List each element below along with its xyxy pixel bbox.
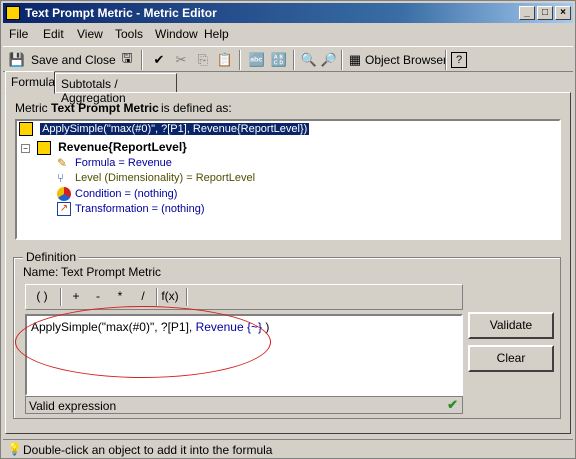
sum-check-icon[interactable]: ✔ — [149, 50, 169, 70]
metric-prefix: Metric — [15, 101, 48, 115]
name-label: Name: — [23, 265, 59, 279]
status-bar-text: Double-click an object to add it into th… — [23, 443, 273, 457]
metric-name: Text Prompt Metric — [51, 101, 159, 115]
toolbar-separator — [341, 50, 343, 70]
tree-condition-node[interactable]: Condition = (nothing) — [57, 187, 177, 201]
collapse-icon[interactable]: − — [21, 144, 30, 153]
maximize-button[interactable]: □ — [537, 6, 553, 20]
menu-view[interactable]: View — [77, 27, 103, 41]
toolbar: 💾 Save and Close 🖫 ✔ ✂ ⎘ 📋 🔤 🔠 🔍 🔎 ▦ Obj… — [3, 46, 573, 72]
condition-label: Condition = (nothing) — [75, 187, 178, 200]
validation-status: Valid expression ✔ — [25, 396, 463, 414]
tree-transformation-node[interactable]: ↗ Transformation = (nothing) — [57, 202, 205, 216]
definition-group-label: Definition — [23, 250, 80, 264]
transformation-icon: ↗ — [57, 202, 71, 216]
toolbar-separator — [141, 50, 143, 70]
window-title: Text Prompt Metric - Metric Editor — [25, 6, 217, 20]
toolbar-separator — [445, 50, 447, 70]
metric-suffix: is defined as: — [161, 101, 232, 115]
validation-status-text: Valid expression — [29, 399, 117, 413]
help-icon[interactable]: ? — [451, 52, 467, 68]
copy-icon[interactable]: ⎘ — [193, 50, 213, 70]
title-bar: Text Prompt Metric - Metric Editor _ □ × — [3, 3, 573, 23]
object-browser-icon[interactable]: ▦ — [345, 50, 365, 70]
operator-toolbar: ( ) + - * / f(x) — [25, 284, 463, 310]
transformation-label: Transformation = (nothing) — [75, 202, 205, 215]
menu-tools[interactable]: Tools — [115, 27, 143, 41]
toolbar-separator — [239, 50, 241, 70]
metric-editor-window: Text Prompt Metric - Metric Editor _ □ ×… — [0, 0, 576, 459]
search-icon[interactable]: 🔍 — [299, 50, 319, 70]
find-icon[interactable]: 🔎 — [319, 50, 339, 70]
metric-icon — [19, 122, 33, 136]
condition-icon — [57, 187, 71, 201]
object-browser-button[interactable]: Object Browser — [365, 53, 447, 67]
formula-label: Formula = Revenue — [75, 156, 172, 169]
lightbulb-icon: 💡 — [7, 442, 22, 456]
menu-bar: File Edit View Tools Window Help — [3, 25, 573, 44]
close-button[interactable]: × — [555, 6, 571, 20]
tree-root-node[interactable]: ApplySimple("max(#0)", ?[P1], Revenue{Re… — [19, 122, 310, 136]
annotation-ellipse — [15, 306, 271, 378]
save-and-close-button[interactable]: Save and Close — [31, 53, 116, 67]
tree-root-label: ApplySimple("max(#0)", ?[P1], Revenue{Re… — [40, 122, 310, 135]
valid-check-icon: ✔ — [447, 397, 458, 412]
menu-file[interactable]: File — [9, 27, 28, 41]
clear-button[interactable]: Clear — [468, 345, 554, 372]
status-bar: 💡 Double-click an object to add it into … — [3, 439, 573, 458]
abc-check-all-icon[interactable]: 🔠 — [269, 50, 289, 70]
save-icon[interactable]: 💾 — [7, 50, 27, 70]
app-icon — [6, 6, 20, 20]
tree-level-node[interactable]: ⑂ Level (Dimensionality) = ReportLevel — [57, 171, 255, 185]
abc-check-icon[interactable]: 🔤 — [247, 50, 267, 70]
name-value: Text Prompt Metric — [61, 265, 162, 279]
tree-formula-node[interactable]: ✎ Formula = Revenue — [57, 156, 172, 170]
tab-formula[interactable]: Formula — [5, 71, 55, 94]
save-disk-icon[interactable]: 🖫 — [117, 50, 137, 70]
tree-child-label: Revenue{ReportLevel} — [58, 140, 187, 154]
metric-icon — [37, 141, 52, 156]
level-icon: ⑂ — [57, 171, 65, 185]
toolbar-separator — [293, 50, 295, 70]
tab-subtotals[interactable]: Subtotals / Aggregation — [55, 73, 177, 105]
menu-edit[interactable]: Edit — [43, 27, 64, 41]
tree-child-node[interactable]: − Revenue{ReportLevel} — [21, 140, 187, 156]
function-button[interactable]: f(x) — [156, 289, 184, 303]
operator-separator — [186, 288, 188, 306]
metric-definition-tree[interactable]: ApplySimple("max(#0)", ?[P1], Revenue{Re… — [15, 119, 561, 240]
level-label: Level (Dimensionality) = ReportLevel — [75, 171, 256, 184]
formula-icon: ✎ — [57, 156, 68, 170]
validate-button[interactable]: Validate — [468, 312, 554, 339]
minimize-button[interactable]: _ — [519, 6, 535, 20]
divide-button[interactable]: / — [129, 289, 157, 303]
parentheses-button[interactable]: ( ) — [28, 289, 56, 303]
paste-icon[interactable]: 📋 — [215, 50, 235, 70]
cut-icon[interactable]: ✂ — [171, 50, 191, 70]
menu-window[interactable]: Window — [155, 27, 198, 41]
menu-help[interactable]: Help — [204, 27, 229, 41]
